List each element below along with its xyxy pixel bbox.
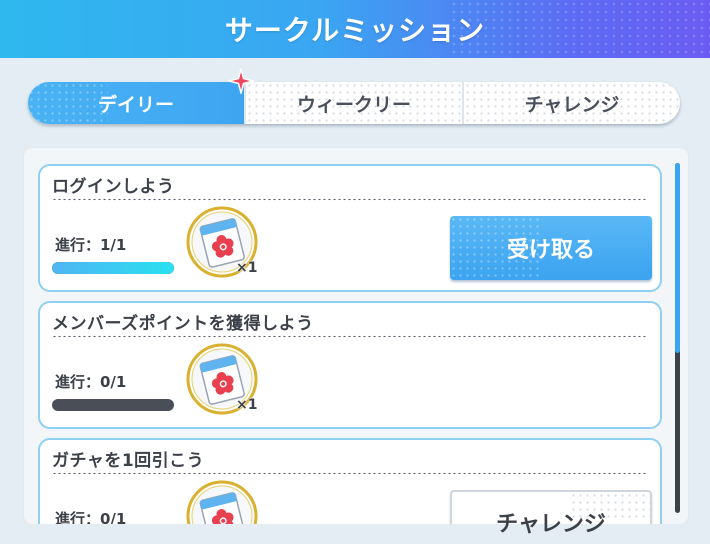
progress-text: 進行：0/1 (55, 373, 127, 391)
tab-daily-label: デイリー (97, 93, 174, 116)
progress-bar-fill (52, 262, 174, 274)
mission-title: メンバーズポイントを獲得しよう (52, 314, 314, 334)
dotted-divider (52, 472, 648, 475)
mission-title: ログインしよう (52, 177, 175, 197)
header-bar: サークルミッション (0, 0, 710, 58)
page-title: サークルミッション (224, 14, 486, 47)
mission-title: ガチャを1回引こう (52, 451, 205, 471)
progress-bar (52, 262, 174, 274)
scrollbar-thumb[interactable] (675, 163, 680, 353)
sparkle-icon (228, 68, 254, 94)
progress-text: 進行：1/1 (55, 236, 127, 254)
tab-weekly[interactable]: ウィークリー (244, 82, 462, 124)
tab-weekly-label: ウィークリー (296, 93, 411, 116)
reward-quantity: ×1 (236, 397, 258, 413)
mission-card: メンバーズポイントを獲得しよう 進行：0/1 ×1 (38, 301, 662, 429)
claim-button[interactable]: 受け取る (450, 216, 652, 280)
dotted-divider (52, 198, 648, 201)
tab-challenge[interactable]: チャレンジ (462, 82, 680, 124)
dotted-divider (52, 335, 648, 338)
reward-quantity: ×1 (236, 260, 258, 276)
claim-button-label: 受け取る (506, 238, 595, 263)
progress-bar (52, 399, 174, 411)
mission-card: ログインしよう 進行：1/1 ×1 受け取る (38, 164, 662, 292)
tab-challenge-label: チャレンジ (524, 93, 620, 116)
tab-daily[interactable]: デイリー (28, 68, 254, 124)
mission-tabs: デイリー ウィークリー チャレンジ (28, 68, 680, 124)
challenge-button-label: チャレンジ (496, 512, 606, 537)
